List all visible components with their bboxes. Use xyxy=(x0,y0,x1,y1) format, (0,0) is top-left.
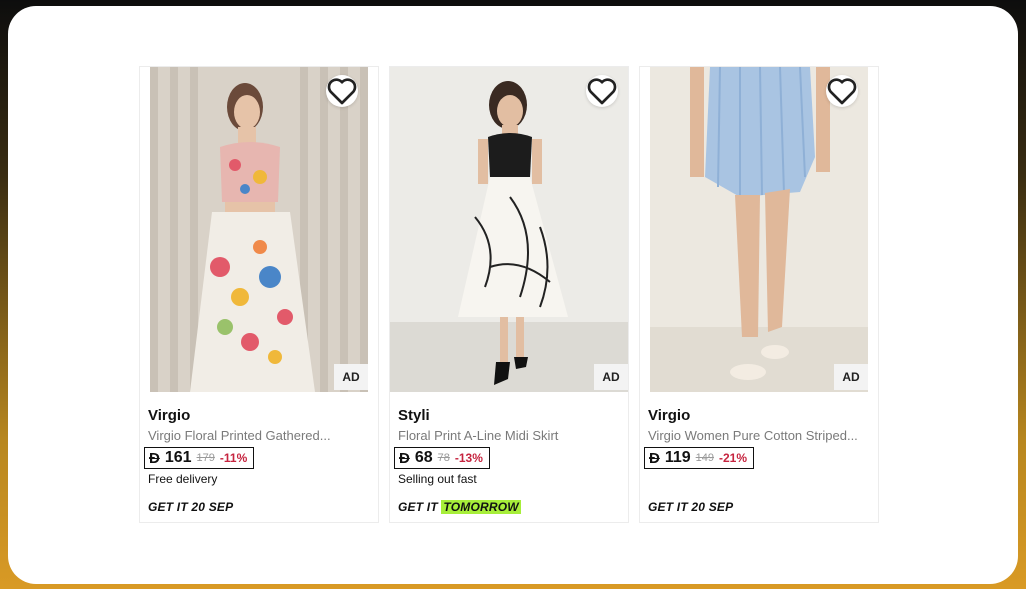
old-price: 78 xyxy=(437,452,450,464)
product-note: Selling out fast xyxy=(398,472,477,486)
delivery-prefix: GET IT xyxy=(398,500,438,514)
currency-symbol: Đ xyxy=(399,449,410,467)
delivery-date: 20 SEP xyxy=(691,500,734,514)
product-image[interactable]: AD xyxy=(390,67,628,392)
discount-percent: -11% xyxy=(219,451,248,465)
product-title[interactable]: Floral Print A-Line Midi Skirt xyxy=(398,428,618,443)
delivery-date: 20 SEP xyxy=(191,500,234,514)
wishlist-button[interactable] xyxy=(586,75,618,107)
product-title[interactable]: Virgio Floral Printed Gathered... xyxy=(148,428,368,443)
current-price: 161 xyxy=(164,449,192,466)
delivery-prefix: GET IT xyxy=(648,500,688,514)
heart-outline-icon xyxy=(587,78,617,105)
current-price: 119 xyxy=(664,449,691,466)
product-card[interactable]: AD Virgio Virgio Floral Printed Gathered… xyxy=(139,66,379,523)
product-card[interactable]: AD Styli Floral Print A-Line Midi Skirt … xyxy=(389,66,629,523)
product-image[interactable]: AD xyxy=(150,67,368,392)
delivery-estimate: GET IT TOMORROW xyxy=(398,500,521,514)
heart-outline-icon xyxy=(327,78,357,105)
product-brand: Virgio xyxy=(148,407,191,424)
product-card[interactable]: AD Virgio Virgio Women Pure Cotton Strip… xyxy=(639,66,879,523)
delivery-date: TOMORROW xyxy=(441,500,521,514)
product-note: Free delivery xyxy=(148,472,218,486)
discount-percent: -13% xyxy=(454,451,483,465)
old-price: 179 xyxy=(196,452,215,464)
product-brand: Virgio xyxy=(648,407,691,424)
delivery-estimate: GET IT 20 SEP xyxy=(148,500,233,514)
discount-percent: -21% xyxy=(719,451,748,465)
price-box: Đ 68 78 -13% xyxy=(394,447,490,469)
product-brand: Styli xyxy=(398,407,430,424)
ad-badge: AD xyxy=(594,364,628,390)
delivery-estimate: GET IT 20 SEP xyxy=(648,500,733,514)
ad-badge: AD xyxy=(834,364,868,390)
price-box: Đ 161 179 -11% xyxy=(144,447,255,469)
page-frame: AD Virgio Virgio Floral Printed Gathered… xyxy=(8,6,1018,584)
wishlist-button[interactable] xyxy=(326,75,358,107)
currency-symbol: Đ xyxy=(649,449,660,467)
heart-outline-icon xyxy=(827,78,857,105)
price-box: Đ 119 149 -21% xyxy=(644,447,755,469)
product-image[interactable]: AD xyxy=(650,67,868,392)
ad-badge: AD xyxy=(334,364,368,390)
product-title[interactable]: Virgio Women Pure Cotton Striped... xyxy=(648,428,868,443)
delivery-prefix: GET IT xyxy=(148,500,188,514)
old-price: 149 xyxy=(695,452,715,464)
currency-symbol: Đ xyxy=(149,449,160,467)
current-price: 68 xyxy=(414,449,433,466)
wishlist-button[interactable] xyxy=(826,75,858,107)
